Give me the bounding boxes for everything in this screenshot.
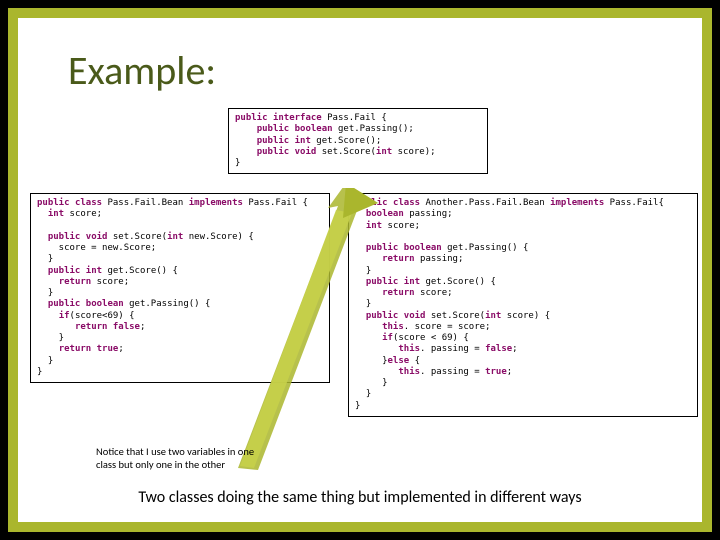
slide: Example: public interface Pass.Fail { pu… bbox=[8, 8, 712, 532]
bottom-caption: Two classes doing the same thing but imp… bbox=[18, 488, 702, 507]
slide-title: Example: bbox=[68, 46, 216, 95]
code-interface: public interface Pass.Fail { public bool… bbox=[228, 108, 488, 174]
code-left-class: public class Pass.Fail.Bean implements P… bbox=[30, 193, 330, 383]
variables-note: Notice that I use two variables in one c… bbox=[96, 446, 266, 471]
code-right-class: public class Another.Pass.Fail.Bean impl… bbox=[348, 193, 698, 417]
